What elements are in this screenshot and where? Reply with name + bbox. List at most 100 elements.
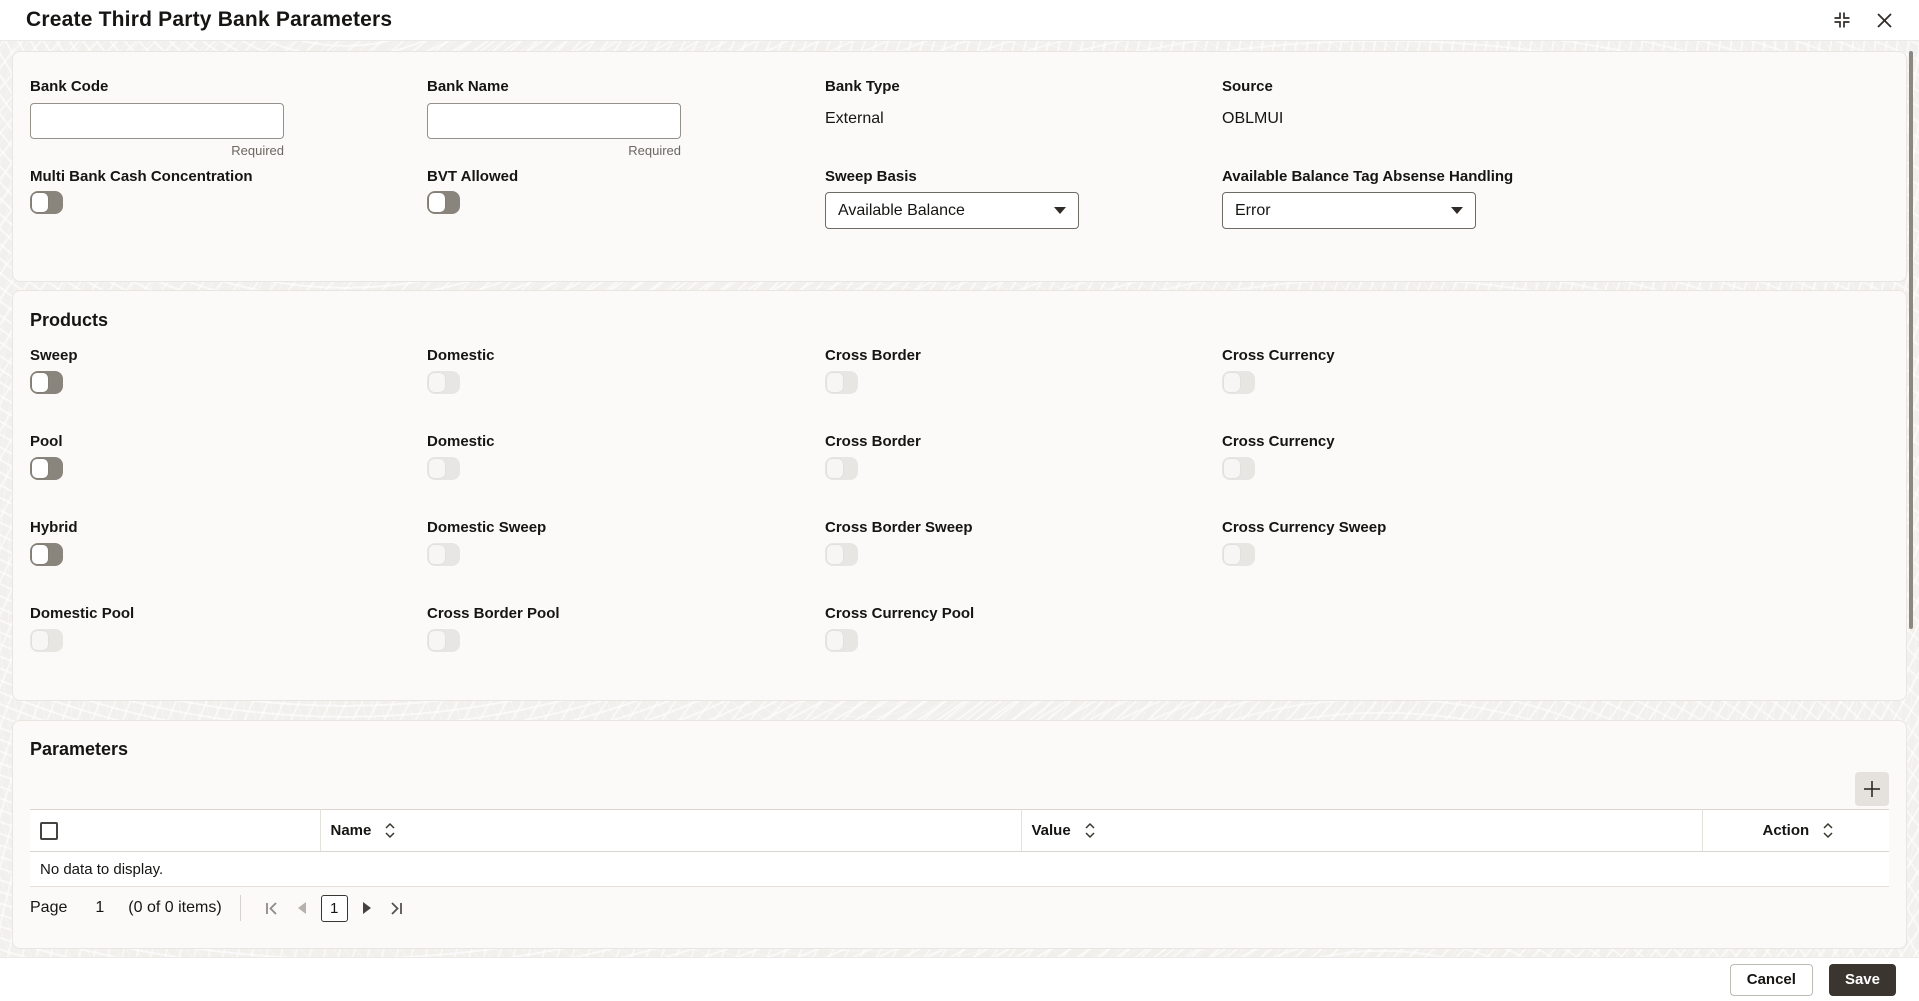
column-header-action[interactable]: Action	[1702, 809, 1889, 852]
hybrid-cross-border-sweep-label: Cross Border Sweep	[825, 519, 973, 536]
column-header-value[interactable]: Value	[1021, 809, 1703, 852]
products-row-sweep: Sweep Domestic Cross Border Cross Curren…	[30, 347, 1889, 394]
create-third-party-bank-parameters-window: Create Third Party Bank Parameters Bank …	[0, 0, 1919, 1001]
bank-details-card: Bank Code Required Bank Name Required Ba…	[12, 51, 1907, 282]
sweep-basis-select[interactable]: Available Balance	[825, 192, 1079, 229]
empty-table-row: No data to display.	[30, 851, 1889, 887]
pool-label: Pool	[30, 433, 63, 450]
column-header-name[interactable]: Name	[320, 809, 1022, 852]
multi-bank-cash-concentration-field: Multi Bank Cash Concentration	[30, 168, 427, 229]
products-card: Products Sweep Domestic Cross Border Cro…	[12, 290, 1907, 701]
window-controls	[1830, 8, 1895, 32]
bank-name-label: Bank Name	[427, 78, 509, 95]
pool-cross-currency-label: Cross Currency	[1222, 433, 1335, 450]
pool-cross-currency-toggle	[1222, 457, 1255, 480]
bank-code-label: Bank Code	[30, 78, 109, 95]
pool-cross-border-label: Cross Border	[825, 433, 921, 450]
current-page-box[interactable]: 1	[320, 894, 348, 922]
page-title: Create Third Party Bank Parameters	[26, 8, 393, 31]
cancel-button[interactable]: Cancel	[1729, 963, 1813, 996]
pool-domestic-toggle	[427, 457, 460, 480]
bank-type-label: Bank Type	[825, 78, 900, 95]
add-parameter-button[interactable]	[1855, 772, 1889, 806]
hybrid-toggle[interactable]	[30, 543, 63, 566]
hybrid-label: Hybrid	[30, 519, 78, 536]
parameters-table: Name Value Action No data to display.	[30, 809, 1889, 887]
products-row-pools: Domestic Pool Cross Border Pool Cross Cu…	[30, 605, 1889, 652]
restore-window-icon[interactable]	[1830, 8, 1854, 32]
parameters-section-title: Parameters	[30, 739, 129, 759]
chevron-down-icon	[1451, 207, 1463, 214]
multi-bank-cash-concentration-label: Multi Bank Cash Concentration	[30, 168, 253, 185]
pool-toggle[interactable]	[30, 457, 63, 480]
form-content: Bank Code Required Bank Name Required Ba…	[0, 41, 1919, 957]
parameters-table-header-row: Name Value Action	[30, 809, 1889, 852]
products-row-pool: Pool Domestic Cross Border Cross Currenc…	[30, 433, 1889, 480]
pool-domestic-label: Domestic	[427, 433, 495, 450]
first-page-icon[interactable]	[257, 895, 287, 921]
hybrid-cross-border-sweep-toggle	[825, 543, 858, 566]
no-data-message: No data to display.	[30, 851, 1889, 887]
sweep-cross-border-toggle	[825, 371, 858, 394]
multi-bank-cash-concentration-toggle[interactable]	[30, 191, 63, 214]
items-count: (0 of 0 items)	[128, 899, 222, 916]
bank-code-field: Bank Code Required	[30, 78, 427, 158]
last-page-icon[interactable]	[382, 895, 412, 921]
sweep-basis-field: Sweep Basis Available Balance	[825, 168, 1222, 229]
domestic-pool-label: Domestic Pool	[30, 605, 135, 622]
sort-icon[interactable]	[385, 822, 395, 839]
sweep-basis-selected-value: Available Balance	[838, 201, 965, 219]
abs-handling-select[interactable]: Error	[1222, 192, 1476, 229]
sweep-basis-label: Sweep Basis	[825, 168, 917, 185]
abs-handling-label: Available Balance Tag Absense Handling	[1222, 168, 1514, 185]
close-icon[interactable]	[1874, 10, 1895, 31]
plus-icon	[1864, 781, 1880, 797]
sweep-label: Sweep	[30, 347, 78, 364]
bank-type-field: Bank Type External	[825, 78, 1222, 158]
hybrid-cross-currency-sweep-label: Cross Currency Sweep	[1222, 519, 1387, 536]
cross-border-pool-label: Cross Border Pool	[427, 605, 560, 622]
titlebar: Create Third Party Bank Parameters	[0, 0, 1919, 41]
bvt-allowed-toggle[interactable]	[427, 191, 460, 214]
hybrid-domestic-sweep-toggle	[427, 543, 460, 566]
sweep-cross-border-label: Cross Border	[825, 347, 921, 364]
sort-icon[interactable]	[1823, 822, 1833, 839]
products-section-title: Products	[30, 310, 109, 330]
cross-border-pool-toggle	[427, 629, 460, 652]
select-all-checkbox[interactable]	[40, 821, 58, 840]
bank-name-input[interactable]	[427, 103, 681, 139]
domestic-pool-toggle	[30, 629, 63, 652]
cross-currency-pool-label: Cross Currency Pool	[825, 605, 975, 622]
hybrid-cross-currency-sweep-toggle	[1222, 543, 1255, 566]
source-value: OBLMUI	[1222, 110, 1284, 127]
pool-cross-border-toggle	[825, 457, 858, 480]
save-button[interactable]: Save	[1828, 963, 1896, 996]
cross-currency-pool-toggle	[825, 629, 858, 652]
pagination-divider	[239, 895, 241, 921]
sweep-cross-currency-label: Cross Currency	[1222, 347, 1335, 364]
next-page-icon[interactable]	[352, 895, 382, 921]
bvt-allowed-field: BVT Allowed	[427, 168, 825, 229]
sort-icon[interactable]	[1085, 822, 1095, 839]
parameters-card: Parameters Name Value Action No data to …	[12, 720, 1907, 949]
previous-page-icon[interactable]	[287, 895, 317, 921]
bvt-allowed-label: BVT Allowed	[427, 168, 519, 185]
abs-handling-selected-value: Error	[1235, 201, 1271, 219]
page-number: 1	[95, 899, 105, 916]
sweep-domestic-toggle	[427, 371, 460, 394]
sweep-cross-currency-toggle	[1222, 371, 1255, 394]
vertical-scrollbar[interactable]	[1909, 51, 1913, 629]
abs-handling-field: Available Balance Tag Absense Handling E…	[1222, 168, 1889, 229]
bank-code-required-hint: Required	[231, 143, 284, 158]
bank-name-field: Bank Name Required	[427, 78, 825, 158]
footer-action-bar: Cancel Save	[0, 957, 1919, 1001]
chevron-down-icon	[1054, 207, 1066, 214]
source-field: Source OBLMUI	[1222, 78, 1889, 158]
bank-type-value: External	[825, 110, 884, 127]
products-row-hybrid: Hybrid Domestic Sweep Cross Border Sweep…	[30, 519, 1889, 566]
bank-code-input[interactable]	[30, 103, 284, 139]
bank-name-required-hint: Required	[628, 143, 681, 158]
pagination-bar: Page 1 (0 of 0 items) 1	[30, 894, 1889, 922]
sweep-toggle[interactable]	[30, 371, 63, 394]
page-label: Page	[30, 899, 68, 916]
